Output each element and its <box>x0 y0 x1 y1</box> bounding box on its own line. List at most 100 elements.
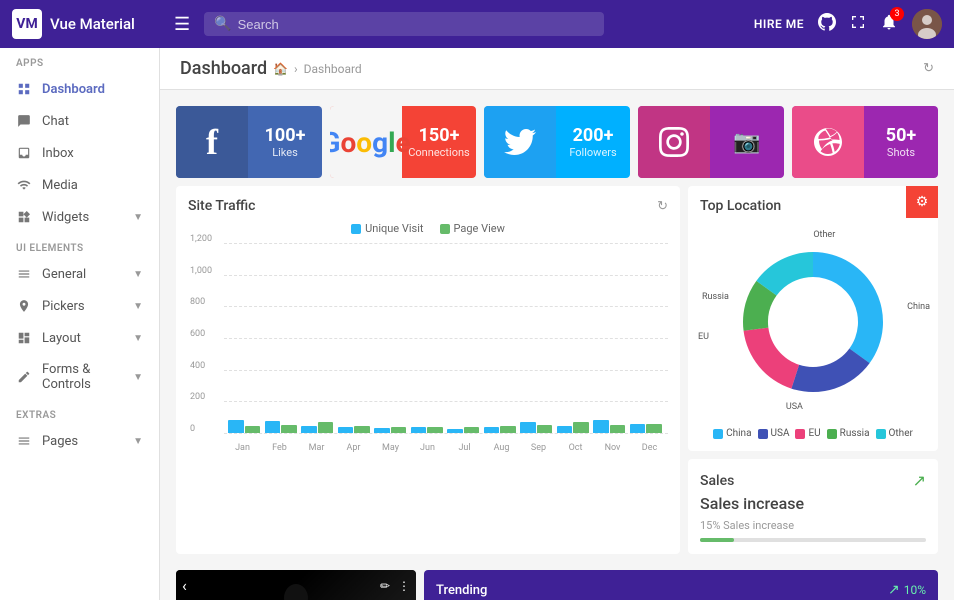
pickers-label: Pickers <box>42 299 85 314</box>
refresh-icon[interactable]: ↻ <box>923 61 934 76</box>
google-label: Connections <box>408 146 469 159</box>
hamburger-icon[interactable]: ☰ <box>170 10 194 39</box>
bar-chart: 1,2001,0008006004002000 JanFebMarAprMayJ… <box>188 243 668 453</box>
instagram-count: 📷 <box>733 130 760 155</box>
label-russia: Russia <box>702 292 729 302</box>
donut-chart: Other Russia EU USA China <box>700 222 926 422</box>
facebook-label: Likes <box>272 146 298 159</box>
sidebar-item-forms[interactable]: Forms & Controls ▼ <box>0 354 159 400</box>
legend-pageview-dot <box>440 224 450 234</box>
social-cards: f 100+ Likes Google 150+ Connections <box>160 90 954 186</box>
twitter-icon <box>484 106 556 178</box>
legend-unique: Unique Visit <box>351 222 423 235</box>
search-icon: 🔍 <box>214 16 231 32</box>
top-location-card: ⚙ Top Location Other Russia EU USA China <box>688 186 938 451</box>
twitter-count: 200+ <box>573 125 614 146</box>
avatar[interactable] <box>912 9 942 39</box>
widgets-icon <box>16 209 32 225</box>
trending-percent: 10% <box>904 583 926 597</box>
app-name: Vue Material <box>50 15 135 33</box>
breadcrumb-current: Dashboard <box>304 62 362 76</box>
dashboard-label: Dashboard <box>42 82 105 97</box>
widgets-chevron: ▼ <box>133 212 143 223</box>
google-card[interactable]: Google 150+ Connections <box>330 106 476 178</box>
google-icon: Google <box>330 106 402 178</box>
search-box[interactable]: 🔍 <box>204 12 604 36</box>
dashboard-icon <box>16 81 32 97</box>
label-usa: USA <box>786 402 803 412</box>
layout-icon <box>16 330 32 346</box>
label-eu: EU <box>698 332 709 342</box>
site-traffic-title: Site Traffic <box>188 198 255 214</box>
trending-arrow: ↗ <box>888 582 900 598</box>
bottom-row: ‹ ✏ ⋮ Trending ↗ 10% <box>160 570 954 600</box>
dribbble-label: Shots <box>887 146 915 159</box>
chat-icon <box>16 113 32 129</box>
media-prev-button[interactable]: ‹ <box>182 576 187 595</box>
legend-usa: USA <box>758 428 790 439</box>
pickers-chevron: ▼ <box>133 301 143 312</box>
inbox-icon <box>16 145 32 161</box>
sidebar-item-general[interactable]: General ▼ <box>0 258 159 290</box>
hire-me-button[interactable]: HIRE ME <box>754 17 804 31</box>
top-location-title: Top Location <box>700 198 926 214</box>
pages-chevron: ▼ <box>133 436 143 447</box>
facebook-count: 100+ <box>265 125 306 146</box>
twitter-label: Followers <box>569 146 616 159</box>
inbox-label: Inbox <box>42 146 74 161</box>
legend-unique-dot <box>351 224 361 234</box>
forms-label: Forms & Controls <box>42 362 123 392</box>
logo: VM Vue Material <box>12 9 160 39</box>
label-china: China <box>907 302 930 312</box>
media-edit-button[interactable]: ✏ <box>380 579 390 593</box>
trending-card: Trending ↗ 10% <box>424 570 938 600</box>
sales-title: Sales <box>700 473 734 489</box>
sidebar-section-ui: UI Elements <box>0 233 159 258</box>
layout-label: Layout <box>42 331 81 346</box>
media-card[interactable]: ‹ ✏ ⋮ <box>176 570 416 600</box>
notification-badge: 3 <box>890 7 904 21</box>
sidebar-item-dashboard[interactable]: Dashboard <box>0 73 159 105</box>
pages-label: Pages <box>42 434 78 449</box>
media-icon <box>16 177 32 193</box>
general-label: General <box>42 267 86 282</box>
topnav: VM Vue Material ☰ 🔍 HIRE ME 3 <box>0 0 954 48</box>
facebook-icon: f <box>176 106 248 178</box>
sales-progress-fill <box>700 538 734 542</box>
sidebar-item-chat[interactable]: Chat <box>0 105 159 137</box>
sales-sub-label: 15% Sales increase <box>700 519 926 532</box>
sidebar: Apps Dashboard Chat Inbox Media <box>0 48 160 600</box>
sidebar-item-layout[interactable]: Layout ▼ <box>0 322 159 354</box>
layout-chevron: ▼ <box>133 333 143 344</box>
logo-icon: VM <box>12 9 42 39</box>
sidebar-item-media[interactable]: Media <box>0 169 159 201</box>
sidebar-item-pages[interactable]: Pages ▼ <box>0 425 159 457</box>
instagram-card[interactable]: 📷 <box>638 106 784 178</box>
media-more-button[interactable]: ⋮ <box>398 579 410 593</box>
dribbble-card[interactable]: 50+ Shots <box>792 106 938 178</box>
main-content: Dashboard 🏠 › Dashboard ↻ f 100+ Likes <box>160 48 954 600</box>
fullscreen-icon[interactable] <box>850 14 866 34</box>
dribbble-icon <box>792 106 864 178</box>
sidebar-item-pickers[interactable]: Pickers ▼ <box>0 290 159 322</box>
twitter-card[interactable]: 200+ Followers <box>484 106 630 178</box>
facebook-card[interactable]: f 100+ Likes <box>176 106 322 178</box>
notifications-icon[interactable]: 3 <box>880 13 898 35</box>
legend-other: Other <box>876 428 913 439</box>
sales-progress-bg <box>700 538 926 542</box>
sidebar-item-widgets[interactable]: Widgets ▼ <box>0 201 159 233</box>
settings-fab[interactable]: ⚙ <box>906 186 938 218</box>
sidebar-item-inbox[interactable]: Inbox <box>0 137 159 169</box>
pages-icon <box>16 433 32 449</box>
google-count: 150+ <box>419 125 460 146</box>
chart-legend: Unique Visit Page View <box>188 222 668 235</box>
donut-labels: Other Russia EU USA China <box>700 222 926 422</box>
legend-pageview: Page View <box>440 222 505 235</box>
forms-icon <box>16 369 32 385</box>
site-traffic-refresh[interactable]: ↻ <box>657 199 668 214</box>
search-input[interactable] <box>238 17 595 32</box>
github-icon[interactable] <box>818 13 836 35</box>
dribbble-count: 50+ <box>886 125 916 146</box>
legend-china: China <box>713 428 751 439</box>
sidebar-section-extras: Extras <box>0 400 159 425</box>
